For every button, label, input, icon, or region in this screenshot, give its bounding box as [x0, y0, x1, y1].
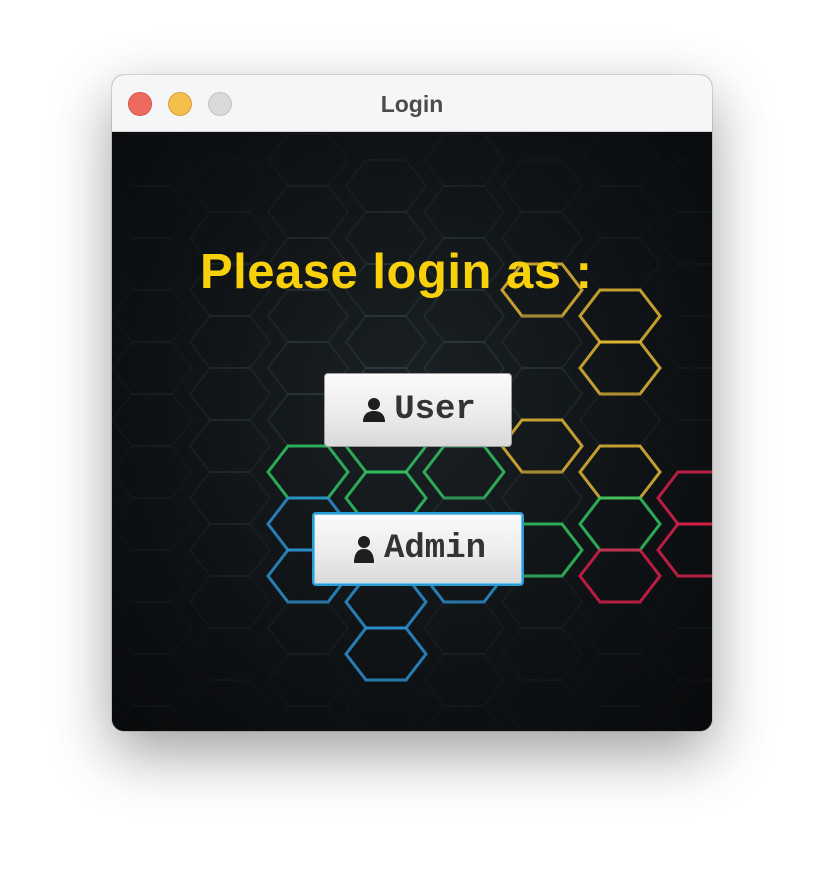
hexagon-cell: [188, 419, 272, 473]
hexagon-cell: [344, 679, 428, 731]
person-icon: [363, 398, 386, 422]
user-button-label: User: [394, 391, 476, 429]
hexagon-cell: [500, 418, 584, 474]
hexagon-cell: [422, 133, 506, 187]
hexagon-cell: [112, 185, 194, 239]
hexagon-cell: [578, 133, 662, 187]
hexagon-cell: [500, 679, 584, 731]
hexagon-cell: [578, 548, 662, 604]
hexagon-cell: [112, 653, 194, 707]
user-login-button[interactable]: User: [324, 373, 512, 447]
hexagon-cell: [188, 679, 272, 731]
hexagon-cell: [422, 653, 506, 707]
hexagon-cell: [112, 341, 194, 395]
hexagon-cell: [656, 470, 712, 526]
hexagon-cell: [344, 626, 428, 682]
hexagon-cell: [112, 389, 116, 399]
hexagon-cell: [188, 471, 272, 525]
hexagon-cell: [656, 263, 712, 317]
hexagon-cell: [188, 523, 272, 577]
hexagon-cell: [656, 159, 712, 213]
hexagon-cell: [344, 159, 428, 213]
hexagon-cell: [112, 445, 194, 499]
hexagon-cell: [578, 653, 662, 707]
hexagon-cell: [188, 575, 272, 629]
hexagon-cell: [656, 367, 712, 421]
hexagon-cell: [423, 705, 505, 731]
title-bar: Login: [112, 75, 712, 132]
person-icon: [353, 536, 374, 563]
hexagon-cell: [578, 444, 662, 500]
hexagon-cell: [112, 237, 194, 291]
hexagon-cell: [578, 185, 662, 239]
hexagon-cell: [188, 367, 272, 421]
hexagon-cell: [112, 393, 194, 447]
hexagon-cell: [578, 496, 662, 552]
hexagon-cell: [578, 393, 662, 447]
hexagon-cell: [267, 705, 349, 731]
hexagon-cell: [112, 441, 116, 451]
admin-button-label: Admin: [383, 530, 487, 568]
login-window: Login Please login as : User Admin: [112, 75, 712, 731]
hexagon-cell: [112, 181, 116, 191]
hexagon-cell: [266, 185, 350, 239]
window-title: Login: [380, 91, 444, 117]
hexagon-cell: [266, 653, 350, 707]
hexagon-cell: [500, 315, 584, 369]
hexagon-cell: [112, 597, 116, 607]
hexagon-cell: [112, 133, 194, 187]
login-prompt: Please login as :: [200, 245, 593, 299]
hexagon-cell: [656, 419, 712, 473]
hexagon-cell: [422, 444, 506, 500]
hexagon-cell: [266, 601, 350, 655]
login-content: Please login as : User Admin: [112, 132, 712, 731]
hexagon-cell: [500, 627, 584, 681]
hexagon-cell: [112, 337, 116, 347]
hexagon-cell: [656, 211, 712, 265]
hexagon-cell: [578, 340, 662, 396]
hexagon-cell: [579, 705, 661, 731]
hexagon-cell: [656, 315, 712, 369]
hexagon-cell: [500, 159, 584, 213]
hexagon-cell: [112, 289, 194, 343]
hexagon-cell: [112, 493, 116, 503]
hexagon-cell: [188, 159, 272, 213]
hexagon-cell: [266, 444, 350, 500]
hexagon-cell: [112, 649, 116, 659]
hexagon-cell: [112, 233, 116, 243]
hexagon-cell: [188, 627, 272, 681]
hexagon-cell: [422, 601, 506, 655]
hexagon-cell: [344, 315, 428, 369]
hexagon-cell: [112, 545, 116, 555]
hexagon-cell: [656, 627, 712, 681]
hexagon-cell: [112, 549, 194, 603]
hexagon-cell: [578, 601, 662, 655]
hexagon-cell: [112, 285, 116, 295]
hexagon-cell: [188, 315, 272, 369]
hexagon-cell: [112, 497, 194, 551]
hexagon-cell: [656, 522, 712, 578]
hexagon-cell: [422, 185, 506, 239]
hexagon-cell: [500, 367, 584, 421]
hexagon-cell: [266, 133, 350, 187]
hexagon-cell: [656, 679, 712, 731]
hexagon-cell: [112, 601, 194, 655]
hexagon-cell: [112, 701, 116, 711]
admin-login-button[interactable]: Admin: [312, 512, 524, 586]
hexagon-cell: [656, 575, 712, 629]
hexagon-cell: [112, 705, 193, 731]
